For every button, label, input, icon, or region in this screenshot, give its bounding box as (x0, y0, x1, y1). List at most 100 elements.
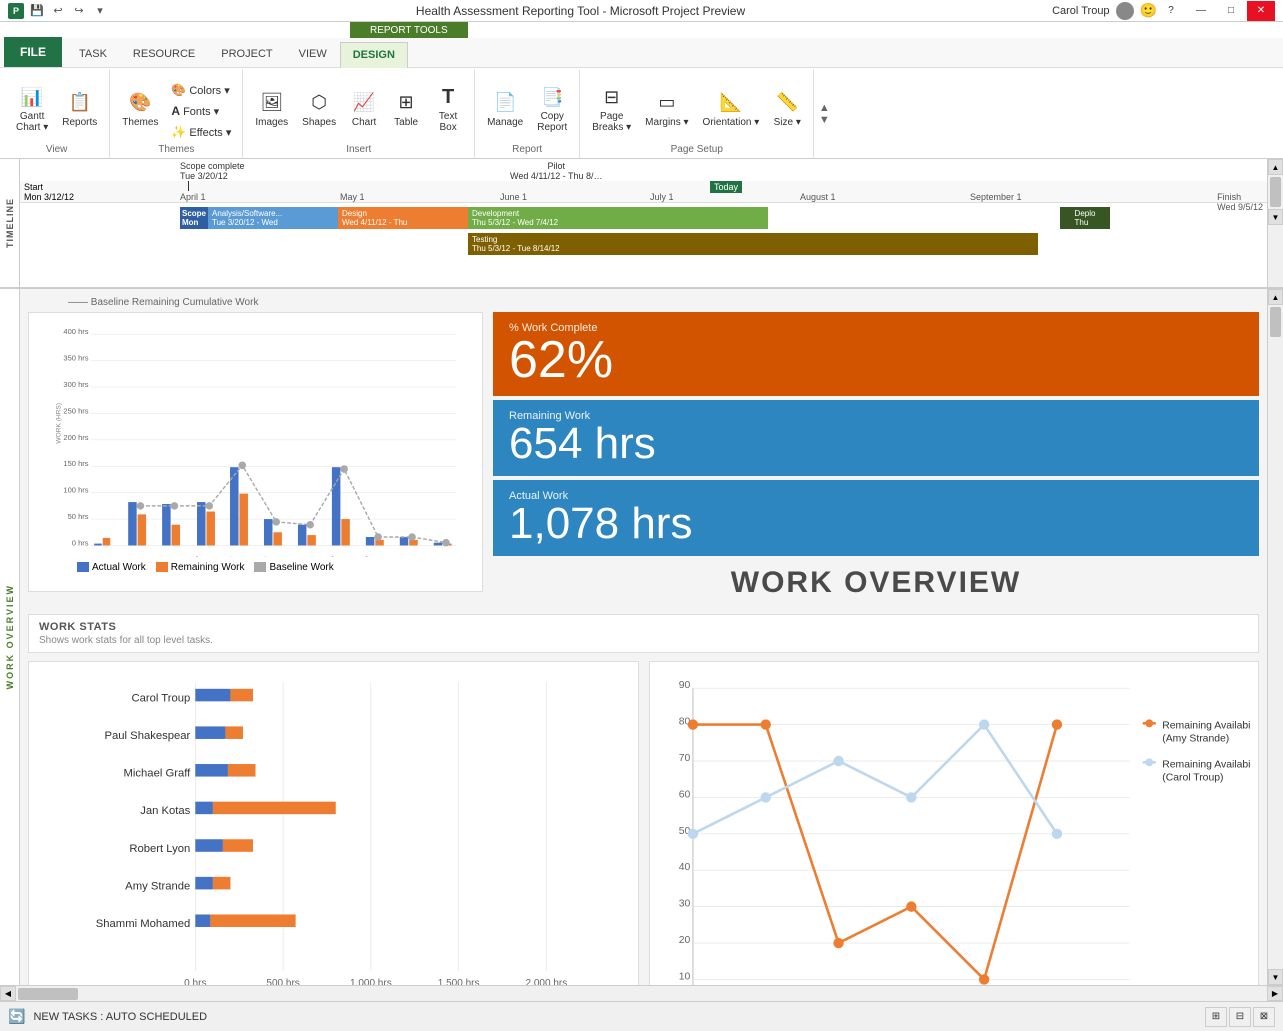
chart-label: Chart (352, 117, 376, 128)
images-button[interactable]: 🖼 Images (249, 87, 294, 132)
report-content-area[interactable]: —— Baseline Remaining Cumulative Work 0 … (20, 289, 1267, 985)
copy-report-button[interactable]: 📑 CopyReport (531, 81, 573, 137)
images-icon: 🖼 (260, 91, 284, 115)
effects-icon: ✨ (171, 125, 186, 139)
window-controls: ? — □ ✕ (1157, 1, 1275, 21)
minimize-button[interactable]: — (1187, 1, 1215, 21)
svg-text:Carol Troup: Carol Troup (131, 692, 190, 704)
ribbon-scroll[interactable]: ▲ ▼ (814, 70, 834, 158)
horizontal-scrollbar[interactable]: ◀ ▶ (0, 985, 1283, 1001)
svg-text:Remaining Availability: Remaining Availability (1162, 760, 1250, 771)
scroll-down-arrow[interactable]: ▼ (1268, 209, 1283, 225)
chart-button[interactable]: 📈 Chart (344, 87, 384, 132)
themes-label: Themes (122, 117, 158, 128)
tab-task[interactable]: TASK (66, 41, 120, 67)
svg-text:Shammi Mohamed: Shammi Mohamed (96, 918, 191, 930)
work-stats-desc: Shows work stats for all top level tasks… (39, 635, 1248, 646)
normal-view-button[interactable]: ⊞ (1205, 1007, 1227, 1027)
svg-text:WORK (HRS): WORK (HRS) (55, 403, 62, 444)
textbox-button[interactable]: T TextBox (428, 81, 468, 137)
tab-file[interactable]: FILE (4, 37, 62, 67)
margins-button[interactable]: ▭ Margins ▾ (639, 87, 694, 132)
customize-button[interactable]: ▾ (91, 2, 109, 20)
bar-chart-svg: 0 hrs 50 hrs 100 hrs 150 hrs 200 hrs 250… (37, 321, 474, 557)
fonts-button[interactable]: A Fonts ▾ (166, 101, 236, 121)
manage-button[interactable]: 📄 Manage (481, 87, 529, 132)
tab-project[interactable]: PROJECT (208, 41, 285, 67)
help-button[interactable]: ? (1157, 1, 1185, 21)
themes-button[interactable]: 🎨 Themes (116, 87, 164, 132)
size-button[interactable]: 📏 Size ▾ (767, 87, 807, 132)
view-group-items: 📊 GanttChart ▾ 📋 Reports (10, 70, 103, 144)
legend-actual-work: Actual Work (77, 562, 146, 573)
analysis-bar: Analysis/Software...Tue 3/20/12 - Wed (208, 207, 338, 229)
scroll-thumb[interactable] (1270, 177, 1281, 207)
main-scrollbar-v[interactable]: ▲ ▼ (1267, 289, 1283, 985)
tab-design[interactable]: DESIGN (340, 42, 408, 68)
colors-button[interactable]: 🎨 Colors ▾ (166, 80, 236, 100)
maximize-button[interactable]: □ (1217, 1, 1245, 21)
baseline-remaining-label: —— Baseline Remaining Cumulative Work (68, 297, 1259, 308)
gantt-chart-button[interactable]: 📊 GanttChart ▾ (10, 81, 54, 137)
ribbon-content: 📊 GanttChart ▾ 📋 Reports View 🎨 Themes (0, 68, 1283, 158)
ribbon-scroll-down[interactable]: ▼ (819, 114, 830, 126)
main-scroll-thumb[interactable] (1270, 307, 1281, 337)
images-label: Images (255, 117, 288, 128)
table-icon: ⊞ (394, 91, 418, 115)
start-finish-label: Start Mon 3/12/12 (20, 182, 120, 202)
margins-label: Margins ▾ (645, 117, 688, 128)
work-stats-section: WORK STATS Shows work stats for all top … (28, 614, 1259, 653)
scroll-up-arrow[interactable]: ▲ (1268, 159, 1283, 175)
legend-baseline-color (254, 562, 266, 572)
resource-view-button[interactable]: ⊠ (1253, 1007, 1275, 1027)
view-mode-buttons: ⊞ ⊟ ⊠ (1205, 1007, 1275, 1027)
user-name: Carol Troup (1052, 5, 1109, 17)
redo-button[interactable]: ↪ (70, 2, 88, 20)
pilot-label: PilotWed 4/11/12 - Thu 8/… (510, 161, 603, 181)
reports-label: Reports (62, 117, 97, 128)
size-icon: 📏 (775, 91, 799, 115)
ribbon-scroll-up[interactable]: ▲ (819, 102, 830, 114)
timeline-scrollbar-v[interactable]: ▲ ▼ (1267, 159, 1283, 287)
orientation-button[interactable]: 📐 Orientation ▾ (697, 87, 766, 132)
legend-actual-label: Actual Work (92, 562, 146, 573)
h-scroll-track (16, 986, 1267, 1002)
svg-text:Deployment: Deployment (341, 555, 371, 557)
svg-text:200 hrs: 200 hrs (63, 433, 88, 442)
status-icon: 🔄 (8, 1008, 25, 1025)
effects-button[interactable]: ✨ Effects ▾ (166, 122, 236, 142)
shapes-button[interactable]: ⬡ Shapes (296, 87, 342, 132)
reports-button[interactable]: 📋 Reports (56, 87, 103, 132)
page-breaks-button[interactable]: ⊟ PageBreaks ▾ (586, 81, 637, 137)
ribbon-group-report: 📄 Manage 📑 CopyReport Report (475, 70, 580, 158)
task-view-button[interactable]: ⊟ (1229, 1007, 1251, 1027)
bottom-section: 0 hrs 500 hrs 1,000 hrs 1,500 hrs 2,000 … (28, 661, 1259, 985)
work-chart-container: 0 hrs 50 hrs 100 hrs 150 hrs 200 hrs 250… (28, 312, 483, 592)
main-scroll-down[interactable]: ▼ (1268, 969, 1283, 985)
tab-resource[interactable]: RESOURCE (120, 41, 208, 67)
report-group-label: Report (512, 144, 542, 158)
tab-view[interactable]: VIEW (286, 41, 340, 67)
development-bar: DevelopmentThu 5/3/12 - Wed 7/4/12 (468, 207, 768, 229)
svg-text:(Amy Strande): (Amy Strande) (1162, 734, 1229, 745)
table-button[interactable]: ⊞ Table (386, 87, 426, 132)
date-april: April 1 (180, 192, 206, 202)
timeline-side-label: TIMELINE (0, 159, 20, 287)
bar-chart-legend: Actual Work Remaining Work Baseline Work (37, 562, 474, 573)
svg-text:Development: Development (169, 555, 202, 557)
svg-text:0 hrs: 0 hrs (72, 538, 89, 547)
h-scroll-left[interactable]: ◀ (0, 986, 16, 1001)
close-button[interactable]: ✕ (1247, 1, 1275, 21)
colors-icon: 🎨 (171, 83, 186, 97)
chart-icon: 📈 (352, 91, 376, 115)
main-scroll-up[interactable]: ▲ (1268, 289, 1283, 305)
date-september: September 1 (970, 192, 1022, 202)
h-scroll-thumb[interactable] (18, 988, 78, 1000)
h-scroll-right[interactable]: ▶ (1267, 986, 1283, 1001)
save-button[interactable]: 💾 (28, 2, 46, 20)
work-stats-title: WORK STATS (39, 621, 1248, 633)
table-label: Table (394, 117, 418, 128)
undo-button[interactable]: ↩ (49, 2, 67, 20)
svg-text:Remaining Availability: Remaining Availability (1162, 721, 1250, 732)
shapes-label: Shapes (302, 117, 336, 128)
